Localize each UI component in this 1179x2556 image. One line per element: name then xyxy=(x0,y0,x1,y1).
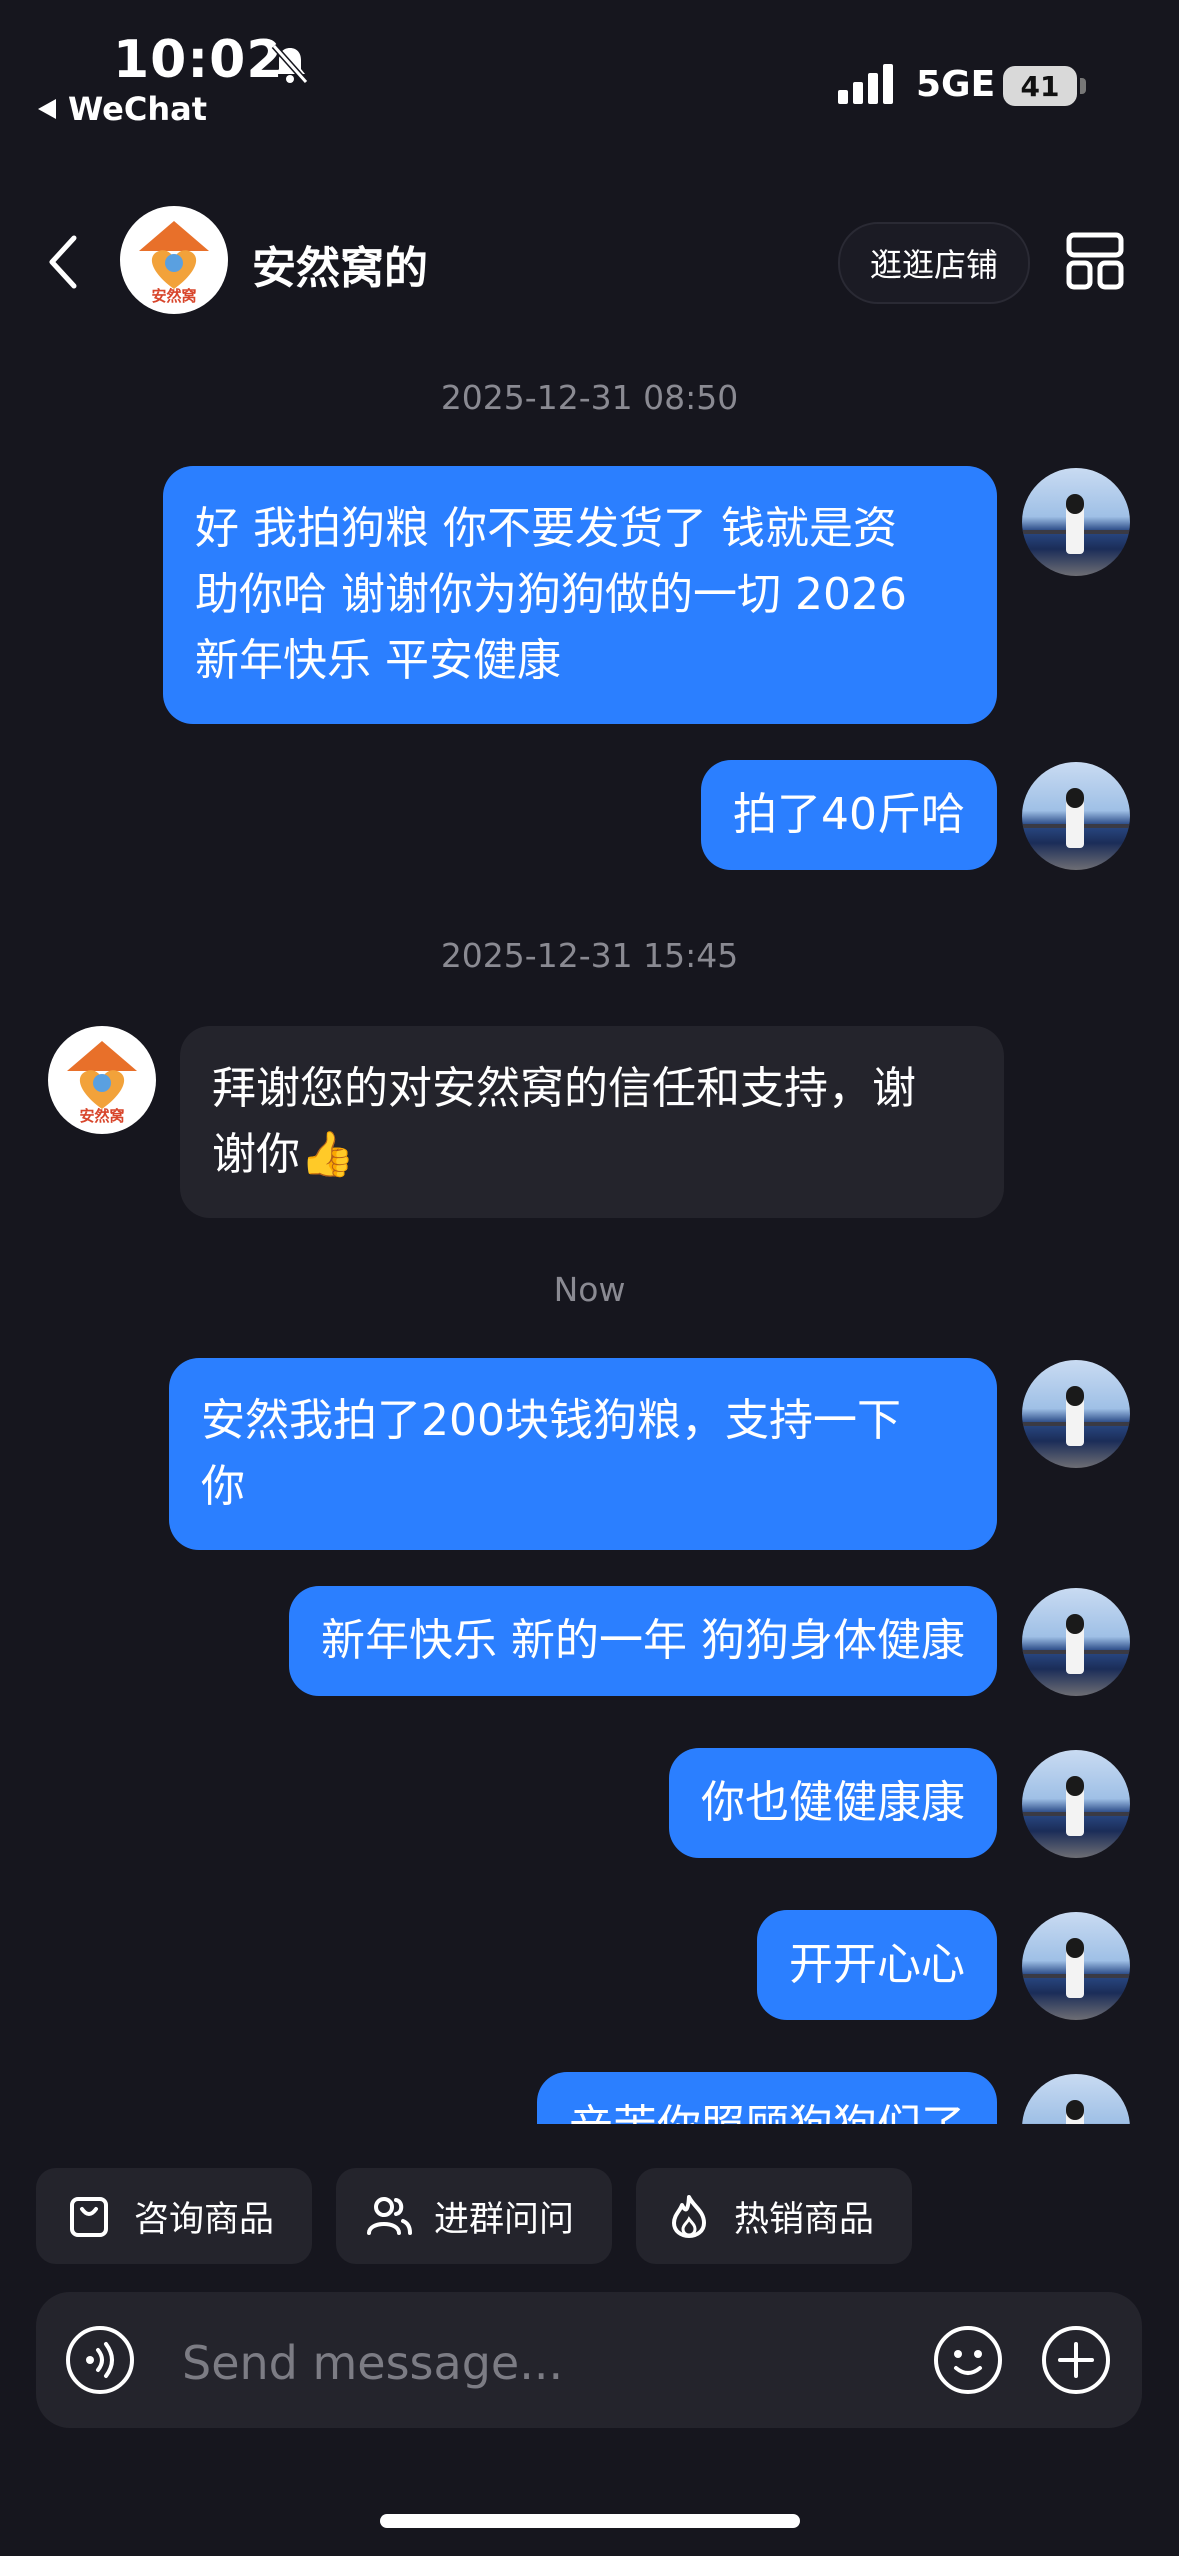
svg-text:安然窝: 安然窝 xyxy=(151,287,196,305)
incoming-message-bubble[interactable]: 拜谢您的对安然窝的信任和支持，谢 谢你👍 xyxy=(180,1026,1004,1218)
back-app-label: WeChat xyxy=(68,90,208,128)
outgoing-message-bubble[interactable]: 你也健健康康 xyxy=(669,1748,997,1858)
user-avatar[interactable] xyxy=(1022,468,1130,576)
message-line: 好 我拍狗粮 你不要发货了 钱就是资 xyxy=(195,503,897,554)
back-chevron-icon[interactable] xyxy=(44,232,84,292)
consult-product-chip[interactable]: 咨询商品 xyxy=(36,2168,312,2264)
join-group-chip[interactable]: 进群问问 xyxy=(336,2168,612,2264)
outgoing-message-bubble[interactable]: 安然我拍了200块钱狗粮，支持一下 你 xyxy=(169,1358,997,1550)
shop-logo-icon: 安然窝 xyxy=(139,221,209,305)
visit-shop-button[interactable]: 逛逛店铺 xyxy=(838,222,1030,304)
emoji-icon[interactable] xyxy=(932,2324,1004,2396)
message-line: 助你哈 谢谢你为狗狗做的一切 2026 xyxy=(195,569,907,620)
message-line: 你也健健康康 xyxy=(701,1777,965,1828)
plus-icon[interactable] xyxy=(1040,2324,1112,2396)
timestamp: Now xyxy=(553,1270,626,1309)
chat-title: 安然窝的 xyxy=(252,243,428,294)
group-icon xyxy=(367,2197,412,2235)
message-line: 拍了40斤哈 xyxy=(733,789,965,840)
shop-logo-icon: 安然窝 xyxy=(67,1041,137,1125)
user-avatar[interactable] xyxy=(1022,762,1130,870)
timestamp: 2025-12-31 15:45 xyxy=(440,936,739,975)
home-indicator[interactable] xyxy=(380,2514,800,2528)
hot-products-chip[interactable]: 热销商品 xyxy=(636,2168,912,2264)
battery-cap xyxy=(1080,78,1086,94)
back-triangle-icon xyxy=(38,99,56,119)
message-line: 你 xyxy=(201,1461,245,1512)
battery-indicator: 41 xyxy=(1003,66,1077,106)
user-avatar[interactable] xyxy=(1022,1360,1130,1468)
shop-avatar[interactable]: 安然窝 xyxy=(120,206,228,314)
message-line: 新年快乐 新的一年 狗狗身体健康 xyxy=(321,1615,965,1666)
network-type: 5GE xyxy=(916,64,996,105)
outgoing-message-bubble[interactable]: 好 我拍狗粮 你不要发货了 钱就是资 助你哈 谢谢你为狗狗做的一切 2026 新… xyxy=(163,466,997,724)
user-avatar[interactable] xyxy=(1022,1588,1130,1696)
svg-text:安然窝: 安然窝 xyxy=(79,1107,124,1125)
chip-label: 热销商品 xyxy=(734,2199,875,2240)
status-time: 10:02 xyxy=(113,30,284,90)
shop-avatar[interactable]: 安然窝 xyxy=(48,1026,156,1134)
message-line: 拜谢您的对安然窝的信任和支持，谢 xyxy=(212,1063,916,1114)
layout-grid-icon[interactable] xyxy=(1066,232,1124,290)
user-avatar[interactable] xyxy=(1022,1912,1130,2020)
outgoing-message-bubble[interactable]: 新年快乐 新的一年 狗狗身体健康 xyxy=(289,1586,997,1696)
outgoing-message-bubble[interactable]: 开开心心 xyxy=(757,1910,997,2020)
chip-label: 进群问问 xyxy=(434,2199,575,2240)
flame-icon xyxy=(672,2195,706,2238)
voice-input-icon[interactable] xyxy=(64,2324,136,2396)
bell-muted-icon xyxy=(271,44,309,84)
back-to-app-link[interactable]: WeChat xyxy=(38,90,207,128)
user-avatar[interactable] xyxy=(1022,1750,1130,1858)
message-line: 安然我拍了200块钱狗粮，支持一下 xyxy=(201,1395,901,1446)
chip-label: 咨询商品 xyxy=(134,2199,275,2240)
message-line: 谢你👍 xyxy=(212,1129,355,1180)
timestamp: 2025-12-31 08:50 xyxy=(440,378,739,417)
shopping-bag-icon xyxy=(70,2197,108,2237)
outgoing-message-bubble[interactable]: 拍了40斤哈 xyxy=(701,760,997,870)
message-input-placeholder[interactable]: Send message... xyxy=(182,2336,563,2390)
message-line: 新年快乐 平安健康 xyxy=(195,635,561,686)
message-line: 开开心心 xyxy=(789,1939,965,1990)
battery-level: 41 xyxy=(1020,69,1060,103)
cellular-signal-icon xyxy=(838,64,893,104)
